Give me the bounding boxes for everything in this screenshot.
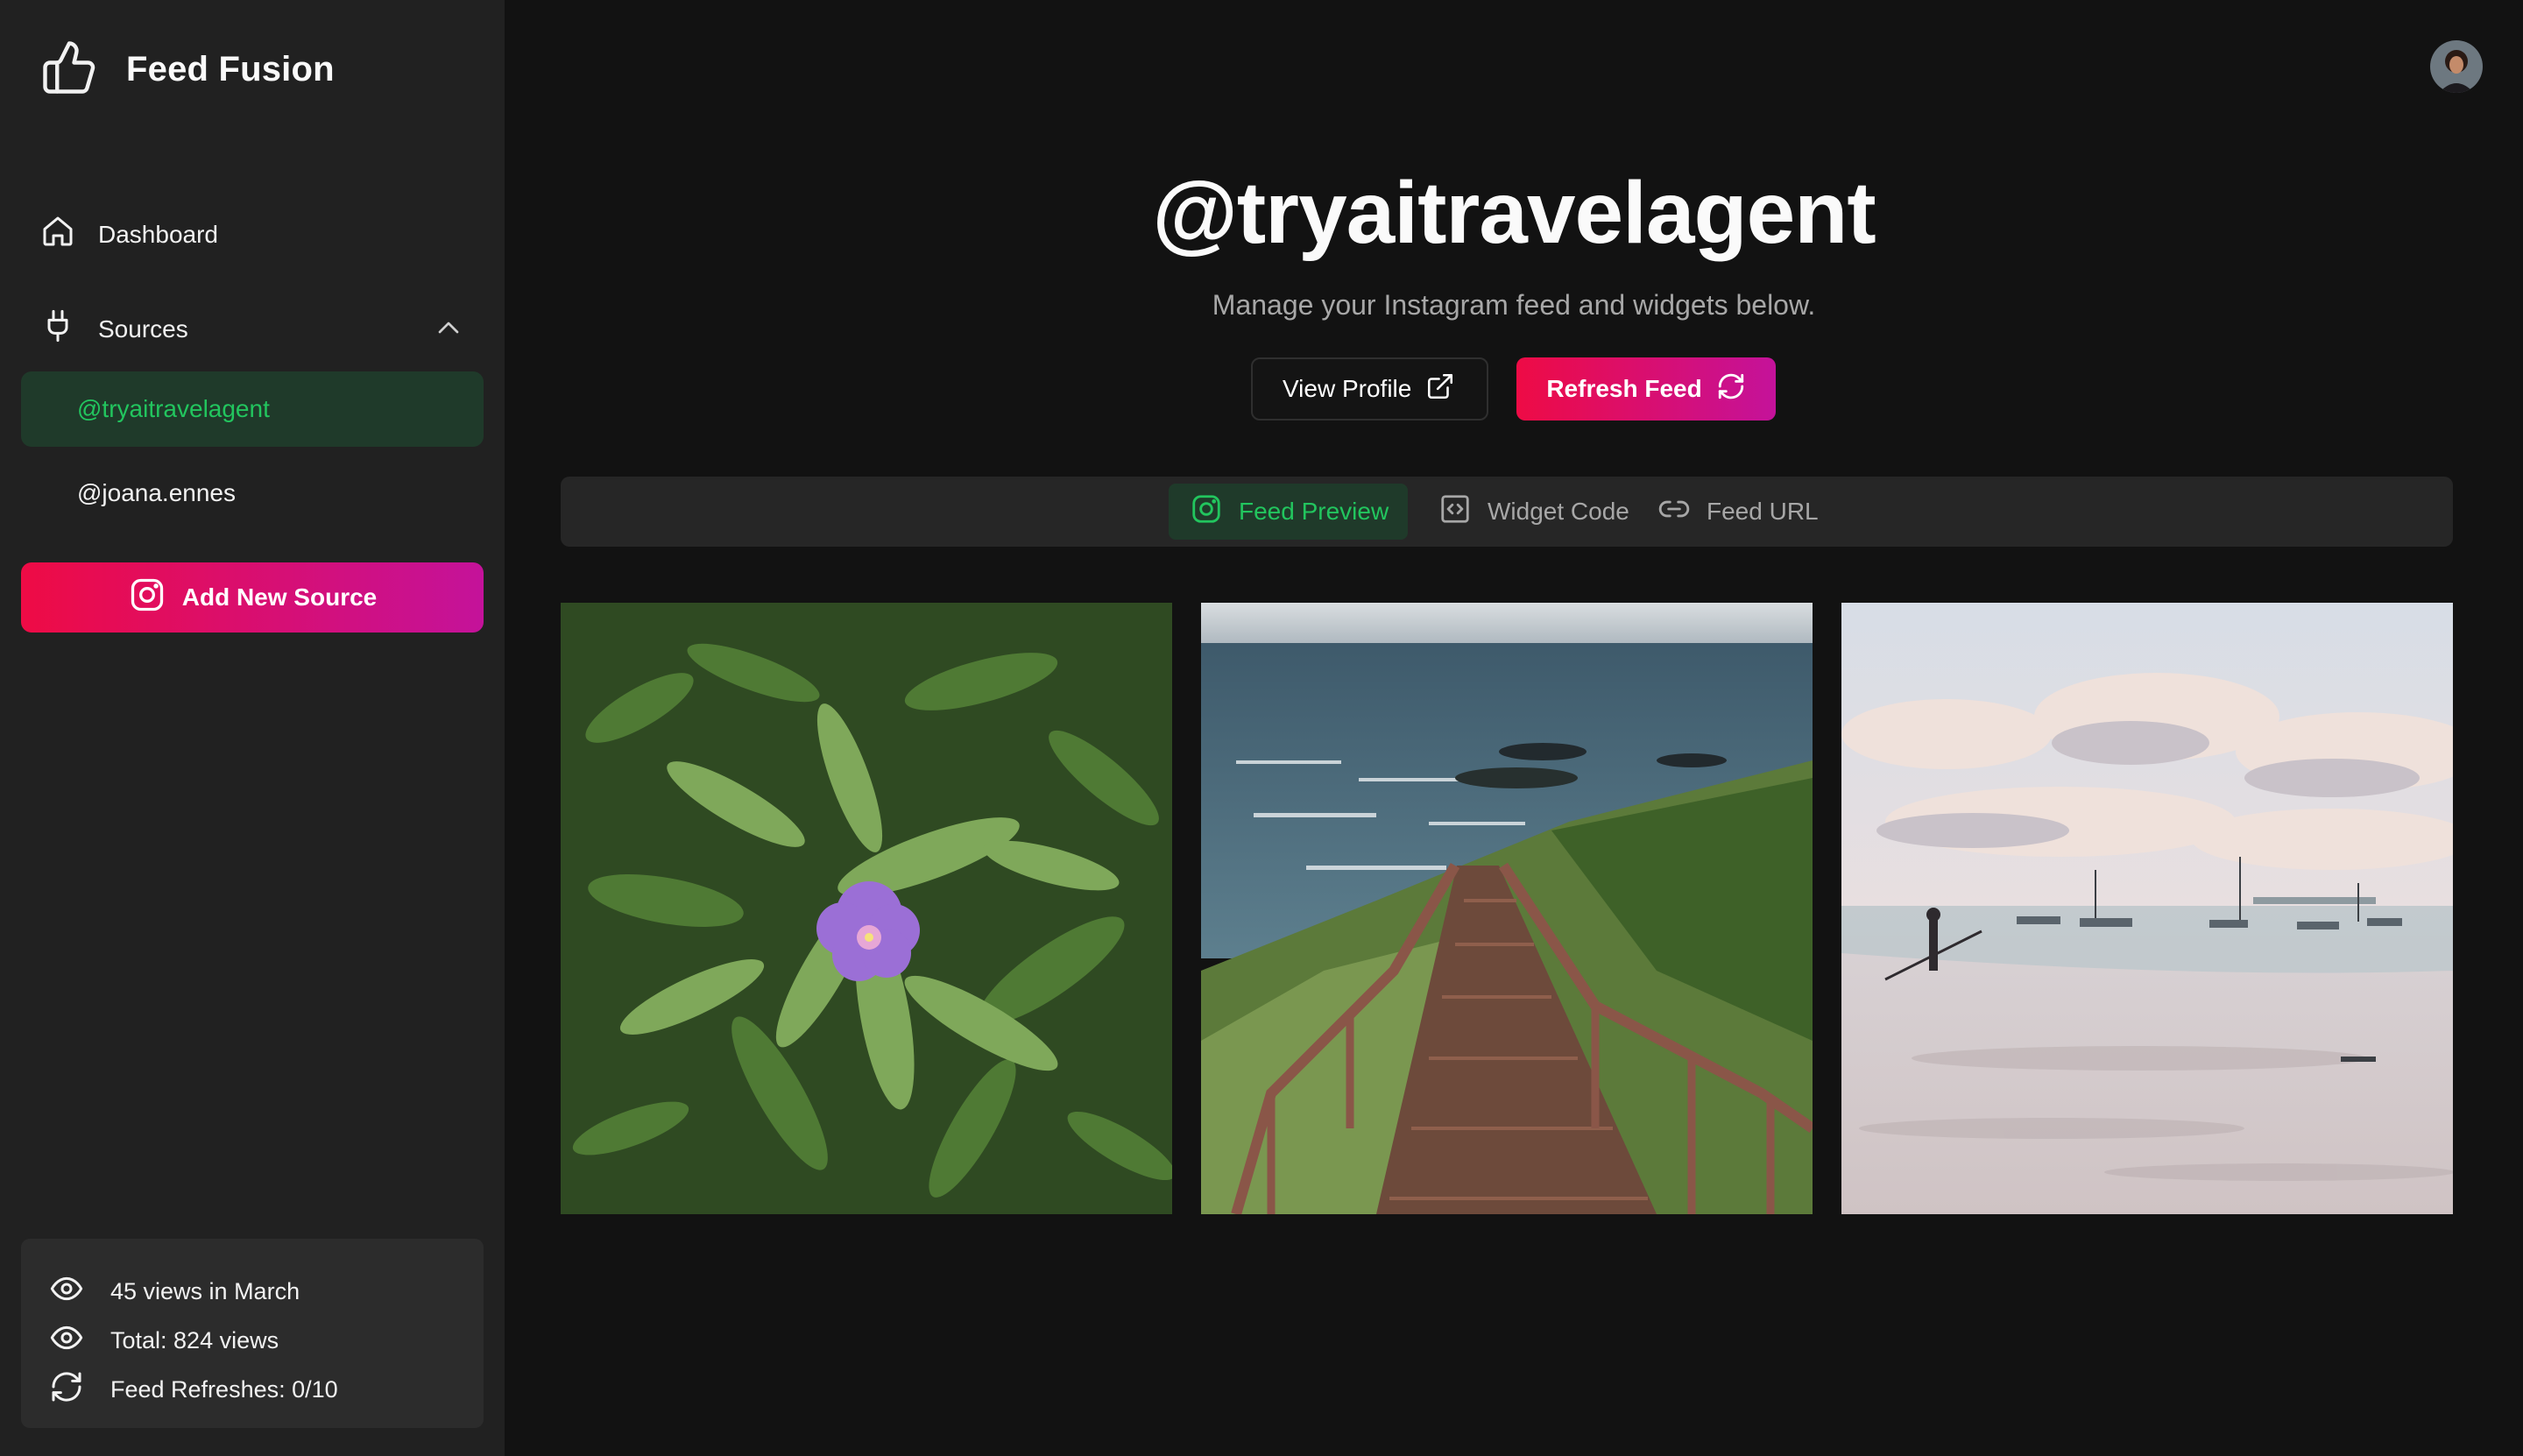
- plug-icon: [40, 308, 75, 350]
- view-profile-button[interactable]: View Profile: [1251, 357, 1489, 421]
- external-link-icon: [1411, 371, 1455, 407]
- home-icon: [40, 214, 75, 255]
- stat-total-views: Total: 824 views: [49, 1316, 484, 1365]
- instagram-icon: [128, 576, 182, 620]
- tab-label: Feed URL: [1707, 498, 1819, 525]
- instagram-icon: [1190, 492, 1239, 532]
- tab-feed-url[interactable]: Feed URL: [1636, 484, 1838, 540]
- eye-icon: [49, 1320, 110, 1361]
- feed-preview-grid: [561, 603, 2453, 1214]
- brand[interactable]: Feed Fusion: [40, 39, 335, 100]
- chevron-up-icon[interactable]: [431, 310, 461, 340]
- source-item-joana-ennes[interactable]: @joana.ennes: [21, 456, 484, 531]
- source-label: @joana.ennes: [77, 479, 237, 506]
- stat-monthly-views: 45 views in March: [49, 1267, 484, 1316]
- thumbs-up-icon: [40, 39, 98, 101]
- source-label: @tryaitravelagent: [77, 395, 270, 422]
- refresh-icon: [49, 1369, 110, 1410]
- stat-label: 45 views in March: [110, 1277, 300, 1304]
- nav-sources[interactable]: Sources: [40, 308, 461, 350]
- add-new-source-button[interactable]: Add New Source: [21, 562, 484, 633]
- stat-label: Total: 824 views: [110, 1326, 279, 1354]
- view-profile-label: View Profile: [1283, 375, 1412, 402]
- nav-sources-label: Sources: [98, 315, 188, 343]
- eye-icon: [49, 1271, 110, 1312]
- stat-feed-refreshes: Feed Refreshes: 0/10: [49, 1365, 484, 1414]
- usage-stats-panel: 45 views in March Total: 824 views Feed …: [21, 1239, 484, 1428]
- tab-label: Widget Code: [1488, 498, 1629, 525]
- page-title: @tryaitravelagent: [1152, 164, 1876, 262]
- add-new-source-label: Add New Source: [181, 583, 378, 611]
- feed-post-1[interactable]: [561, 603, 1172, 1214]
- page-subtitle: Manage your Instagram feed and widgets b…: [1212, 289, 1816, 321]
- nav-dashboard-label: Dashboard: [98, 220, 218, 248]
- code-icon: [1438, 492, 1488, 532]
- refresh-feed-button[interactable]: Refresh Feed: [1516, 357, 1776, 421]
- tab-widget-code[interactable]: Widget Code: [1417, 484, 1649, 540]
- header-actions: View Profile Refresh Feed: [1251, 357, 1776, 421]
- feed-post-2[interactable]: [1201, 603, 1813, 1214]
- app-name: Feed Fusion: [126, 49, 335, 88]
- refresh-icon: [1702, 371, 1746, 407]
- source-item-tryaitravelagent[interactable]: @tryaitravelagent: [21, 371, 484, 447]
- tab-feed-preview[interactable]: Feed Preview: [1169, 484, 1409, 540]
- link-icon: [1657, 492, 1707, 532]
- refresh-feed-label: Refresh Feed: [1546, 375, 1702, 402]
- sidebar: Feed Fusion Dashboard Sources @tryaitrav…: [0, 0, 505, 1456]
- tab-label: Feed Preview: [1239, 498, 1389, 525]
- stat-label: Feed Refreshes: 0/10: [110, 1375, 338, 1403]
- user-avatar[interactable]: [2430, 40, 2483, 93]
- nav-dashboard[interactable]: Dashboard: [40, 214, 218, 255]
- feed-post-3[interactable]: [1841, 603, 2453, 1214]
- view-tabs: Feed Preview Widget Code Feed URL: [561, 477, 2453, 547]
